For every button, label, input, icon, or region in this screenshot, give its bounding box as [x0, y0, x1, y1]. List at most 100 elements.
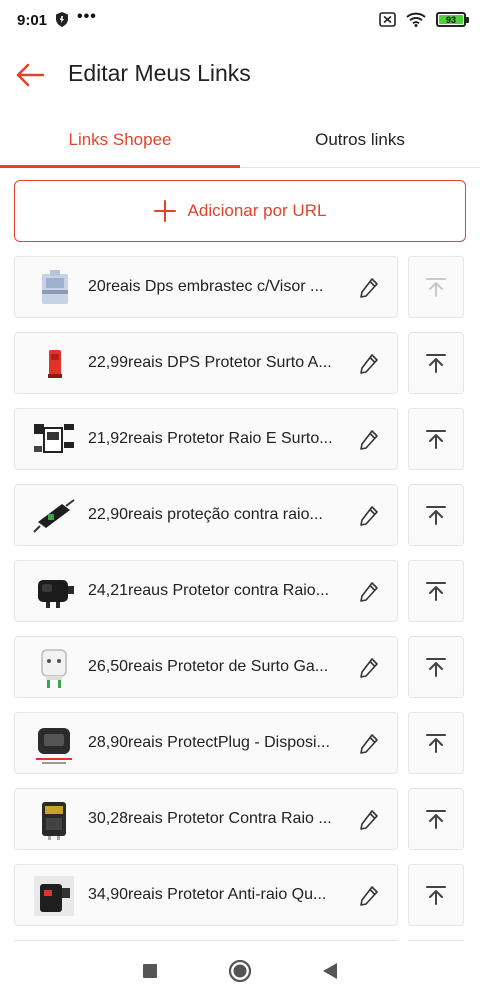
move-to-top-icon [426, 506, 446, 525]
pencil-icon [360, 354, 378, 374]
link-card[interactable]: 22,90reais proteção contra raio... [14, 484, 398, 546]
move-to-top-icon [426, 354, 446, 373]
pencil-icon [360, 886, 378, 906]
tab-outros-links[interactable]: Outros links [240, 113, 480, 167]
link-title: 26,50reais Protetor de Surto Ga... [88, 658, 329, 675]
move-to-top-icon [426, 658, 446, 677]
move-to-top-button[interactable] [408, 560, 464, 622]
edit-button[interactable] [355, 502, 383, 530]
move-to-top-button[interactable] [408, 408, 464, 470]
move-to-top-button[interactable] [408, 256, 464, 318]
link-title: 34,90reais Protetor Anti-raio Qu... [88, 886, 327, 903]
product-thumbnail [30, 340, 78, 388]
app-header: Editar Meus Links [0, 45, 480, 105]
add-by-url-label: Adicionar por URL [187, 201, 327, 220]
link-title: 22,90reais proteção contra raio... [88, 506, 323, 523]
link-card[interactable]: 30,28reais Protetor Contra Raio ... [14, 788, 398, 850]
link-card[interactable]: 20reais Dps embrastec c/Visor ... [14, 256, 398, 318]
move-to-top-icon [426, 430, 446, 449]
product-thumbnail [30, 264, 78, 312]
edit-button[interactable] [355, 426, 383, 454]
pencil-icon [360, 582, 378, 602]
square-icon [143, 964, 157, 978]
more-notifications-icon: ••• [77, 8, 97, 25]
edit-button[interactable] [355, 730, 383, 758]
edit-button[interactable] [355, 806, 383, 834]
move-to-top-icon [426, 734, 446, 753]
product-thumbnail [30, 872, 78, 920]
home-button[interactable] [220, 951, 260, 991]
list-item: 24,21reaus Protetor contra Raio... [0, 560, 480, 622]
triangle-back-icon [323, 963, 337, 979]
product-thumbnail [30, 568, 78, 616]
list-item: 22,99reais DPS Protetor Surto A... [0, 332, 480, 394]
back-nav-button[interactable] [310, 951, 350, 991]
link-title: 20reais Dps embrastec c/Visor ... [88, 278, 324, 295]
list-item: 28,90reais ProtectPlug - Disposi... [0, 712, 480, 774]
pencil-icon [360, 734, 378, 754]
pencil-icon [360, 430, 378, 450]
link-card[interactable]: 26,50reais Protetor de Surto Ga... [14, 636, 398, 698]
edit-button[interactable] [355, 654, 383, 682]
recent-apps-button[interactable] [130, 951, 170, 991]
shield-icon [56, 12, 68, 27]
link-card[interactable]: 34,90reais Protetor Anti-raio Qu... [14, 864, 398, 926]
move-to-top-button[interactable] [408, 636, 464, 698]
product-thumbnail [30, 492, 78, 540]
back-button[interactable] [12, 57, 48, 93]
move-to-top-button[interactable] [408, 864, 464, 926]
status-time: 9:01 [17, 12, 48, 29]
edit-button[interactable] [355, 274, 383, 302]
move-to-top-icon [426, 278, 446, 297]
link-title: 22,99reais DPS Protetor Surto A... [88, 354, 332, 371]
tab-bar: Links Shopee Outros links [0, 113, 480, 168]
edit-button[interactable] [355, 350, 383, 378]
add-by-url-button[interactable]: Adicionar por URL [14, 180, 466, 242]
status-bar: 9:01 ••• 93 [0, 0, 480, 40]
link-card[interactable]: 22,99reais DPS Protetor Surto A... [14, 332, 398, 394]
link-title: 30,28reais Protetor Contra Raio ... [88, 810, 332, 827]
product-thumbnail [30, 720, 78, 768]
tab-links-shopee[interactable]: Links Shopee [0, 113, 240, 168]
page-title: Editar Meus Links [68, 60, 251, 86]
tab-label: Outros links [315, 130, 405, 149]
battery-level: 93 [439, 15, 463, 25]
move-to-top-icon [426, 582, 446, 601]
list-item: 26,50reais Protetor de Surto Ga... [0, 636, 480, 698]
edit-button[interactable] [355, 578, 383, 606]
move-to-top-icon [426, 886, 446, 905]
plus-icon [153, 200, 176, 222]
list-item: 22,90reais proteção contra raio... [0, 484, 480, 546]
system-nav-bar [0, 942, 480, 1000]
move-to-top-button[interactable] [408, 484, 464, 546]
battery-icon: 93 [436, 12, 469, 27]
arrow-left-icon [16, 63, 45, 87]
tab-label: Links Shopee [68, 130, 172, 149]
status-indicators: 93 [379, 12, 469, 27]
home-circle-icon [228, 959, 252, 983]
list-item: 20reais Dps embrastec c/Visor ... [0, 256, 480, 318]
move-to-top-button[interactable] [408, 788, 464, 850]
link-title: 28,90reais ProtectPlug - Disposi... [88, 734, 330, 751]
pencil-icon [360, 810, 378, 830]
pencil-icon [360, 658, 378, 678]
product-thumbnail [30, 644, 78, 692]
move-to-top-button[interactable] [408, 712, 464, 774]
pencil-icon [360, 506, 378, 526]
link-title: 24,21reaus Protetor contra Raio... [88, 582, 330, 599]
edit-button[interactable] [355, 882, 383, 910]
link-card[interactable]: 28,90reais ProtectPlug - Disposi... [14, 712, 398, 774]
wifi-icon [406, 12, 426, 27]
link-card[interactable]: 24,21reaus Protetor contra Raio... [14, 560, 398, 622]
move-to-top-icon [426, 810, 446, 829]
move-to-top-button[interactable] [408, 332, 464, 394]
pencil-icon [360, 278, 378, 298]
list-item: 34,90reais Protetor Anti-raio Qu... [0, 864, 480, 926]
list-item: 30,28reais Protetor Contra Raio ... [0, 788, 480, 850]
link-card[interactable]: 21,92reais Protetor Raio E Surto... [14, 408, 398, 470]
link-title: 21,92reais Protetor Raio E Surto... [88, 430, 333, 447]
no-sim-icon [379, 12, 396, 27]
list-item: 21,92reais Protetor Raio E Surto... [0, 408, 480, 470]
product-thumbnail [30, 796, 78, 844]
product-thumbnail [30, 416, 78, 464]
